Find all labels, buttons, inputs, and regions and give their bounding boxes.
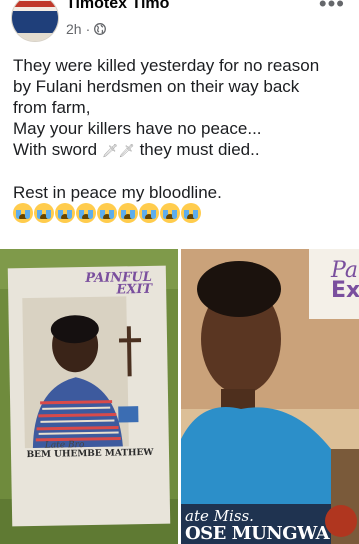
post-line-5b: they must died.. — [139, 140, 260, 159]
poster-title-right-line2: Ex — [331, 278, 359, 303]
more-options-button[interactable]: ••• — [319, 0, 345, 15]
crying-face-icon — [76, 203, 96, 223]
post-header: Timotex Timo 2h · ••• — [0, 0, 359, 46]
author-name[interactable]: Timotex Timo — [66, 0, 169, 13]
post-line-4: May your killers have no peace... — [13, 119, 262, 138]
obituary-poster-left: PAINFUL EXIT Late Bro BEM UHEMBE MATHEW — [7, 265, 171, 527]
post-line-6: Rest in peace my bloodline. — [13, 183, 222, 202]
crying-face-icon — [55, 203, 75, 223]
poster-name-right: OSE MUNGWA — [185, 523, 330, 544]
post-meta: 2h · — [66, 21, 107, 37]
portrait-man — [22, 296, 142, 449]
photo-left[interactable]: PAINFUL EXIT Late Bro BEM UHEMBE MATHEW — [0, 249, 178, 544]
photo-right[interactable]: Pa Ex ate Miss. OSE MUNGWA — [181, 249, 359, 544]
post-line-2: by Fulani herdsmen on their way back — [13, 77, 300, 96]
poster-title-right: Pa Ex — [331, 260, 359, 303]
crying-face-icon — [181, 203, 201, 223]
globe-icon — [94, 23, 107, 35]
post-line-5: With sword 🗡🗡 they must died.. — [13, 139, 353, 161]
crying-face-icon — [34, 203, 54, 223]
post-line-1: They were killed yesterday for no reason — [13, 56, 320, 75]
crying-face-icon — [13, 203, 33, 223]
crying-face-icon — [118, 203, 138, 223]
post-line-5a: With sword — [13, 140, 98, 159]
post-time[interactable]: 2h — [66, 21, 82, 37]
crying-face-icon — [139, 203, 159, 223]
crying-face-icon — [160, 203, 180, 223]
post-photos: PAINFUL EXIT Late Bro BEM UHEMBE MATHEW — [0, 249, 359, 544]
crying-emoji-row — [13, 203, 353, 223]
author-avatar[interactable] — [11, 0, 59, 42]
post-line-3: from farm, — [13, 98, 91, 117]
crying-face-icon — [97, 203, 117, 223]
sword-icon: 🗡🗡 — [101, 143, 135, 158]
meta-separator: · — [85, 21, 91, 37]
post-text: They were killed yesterday for no reason… — [13, 55, 353, 223]
